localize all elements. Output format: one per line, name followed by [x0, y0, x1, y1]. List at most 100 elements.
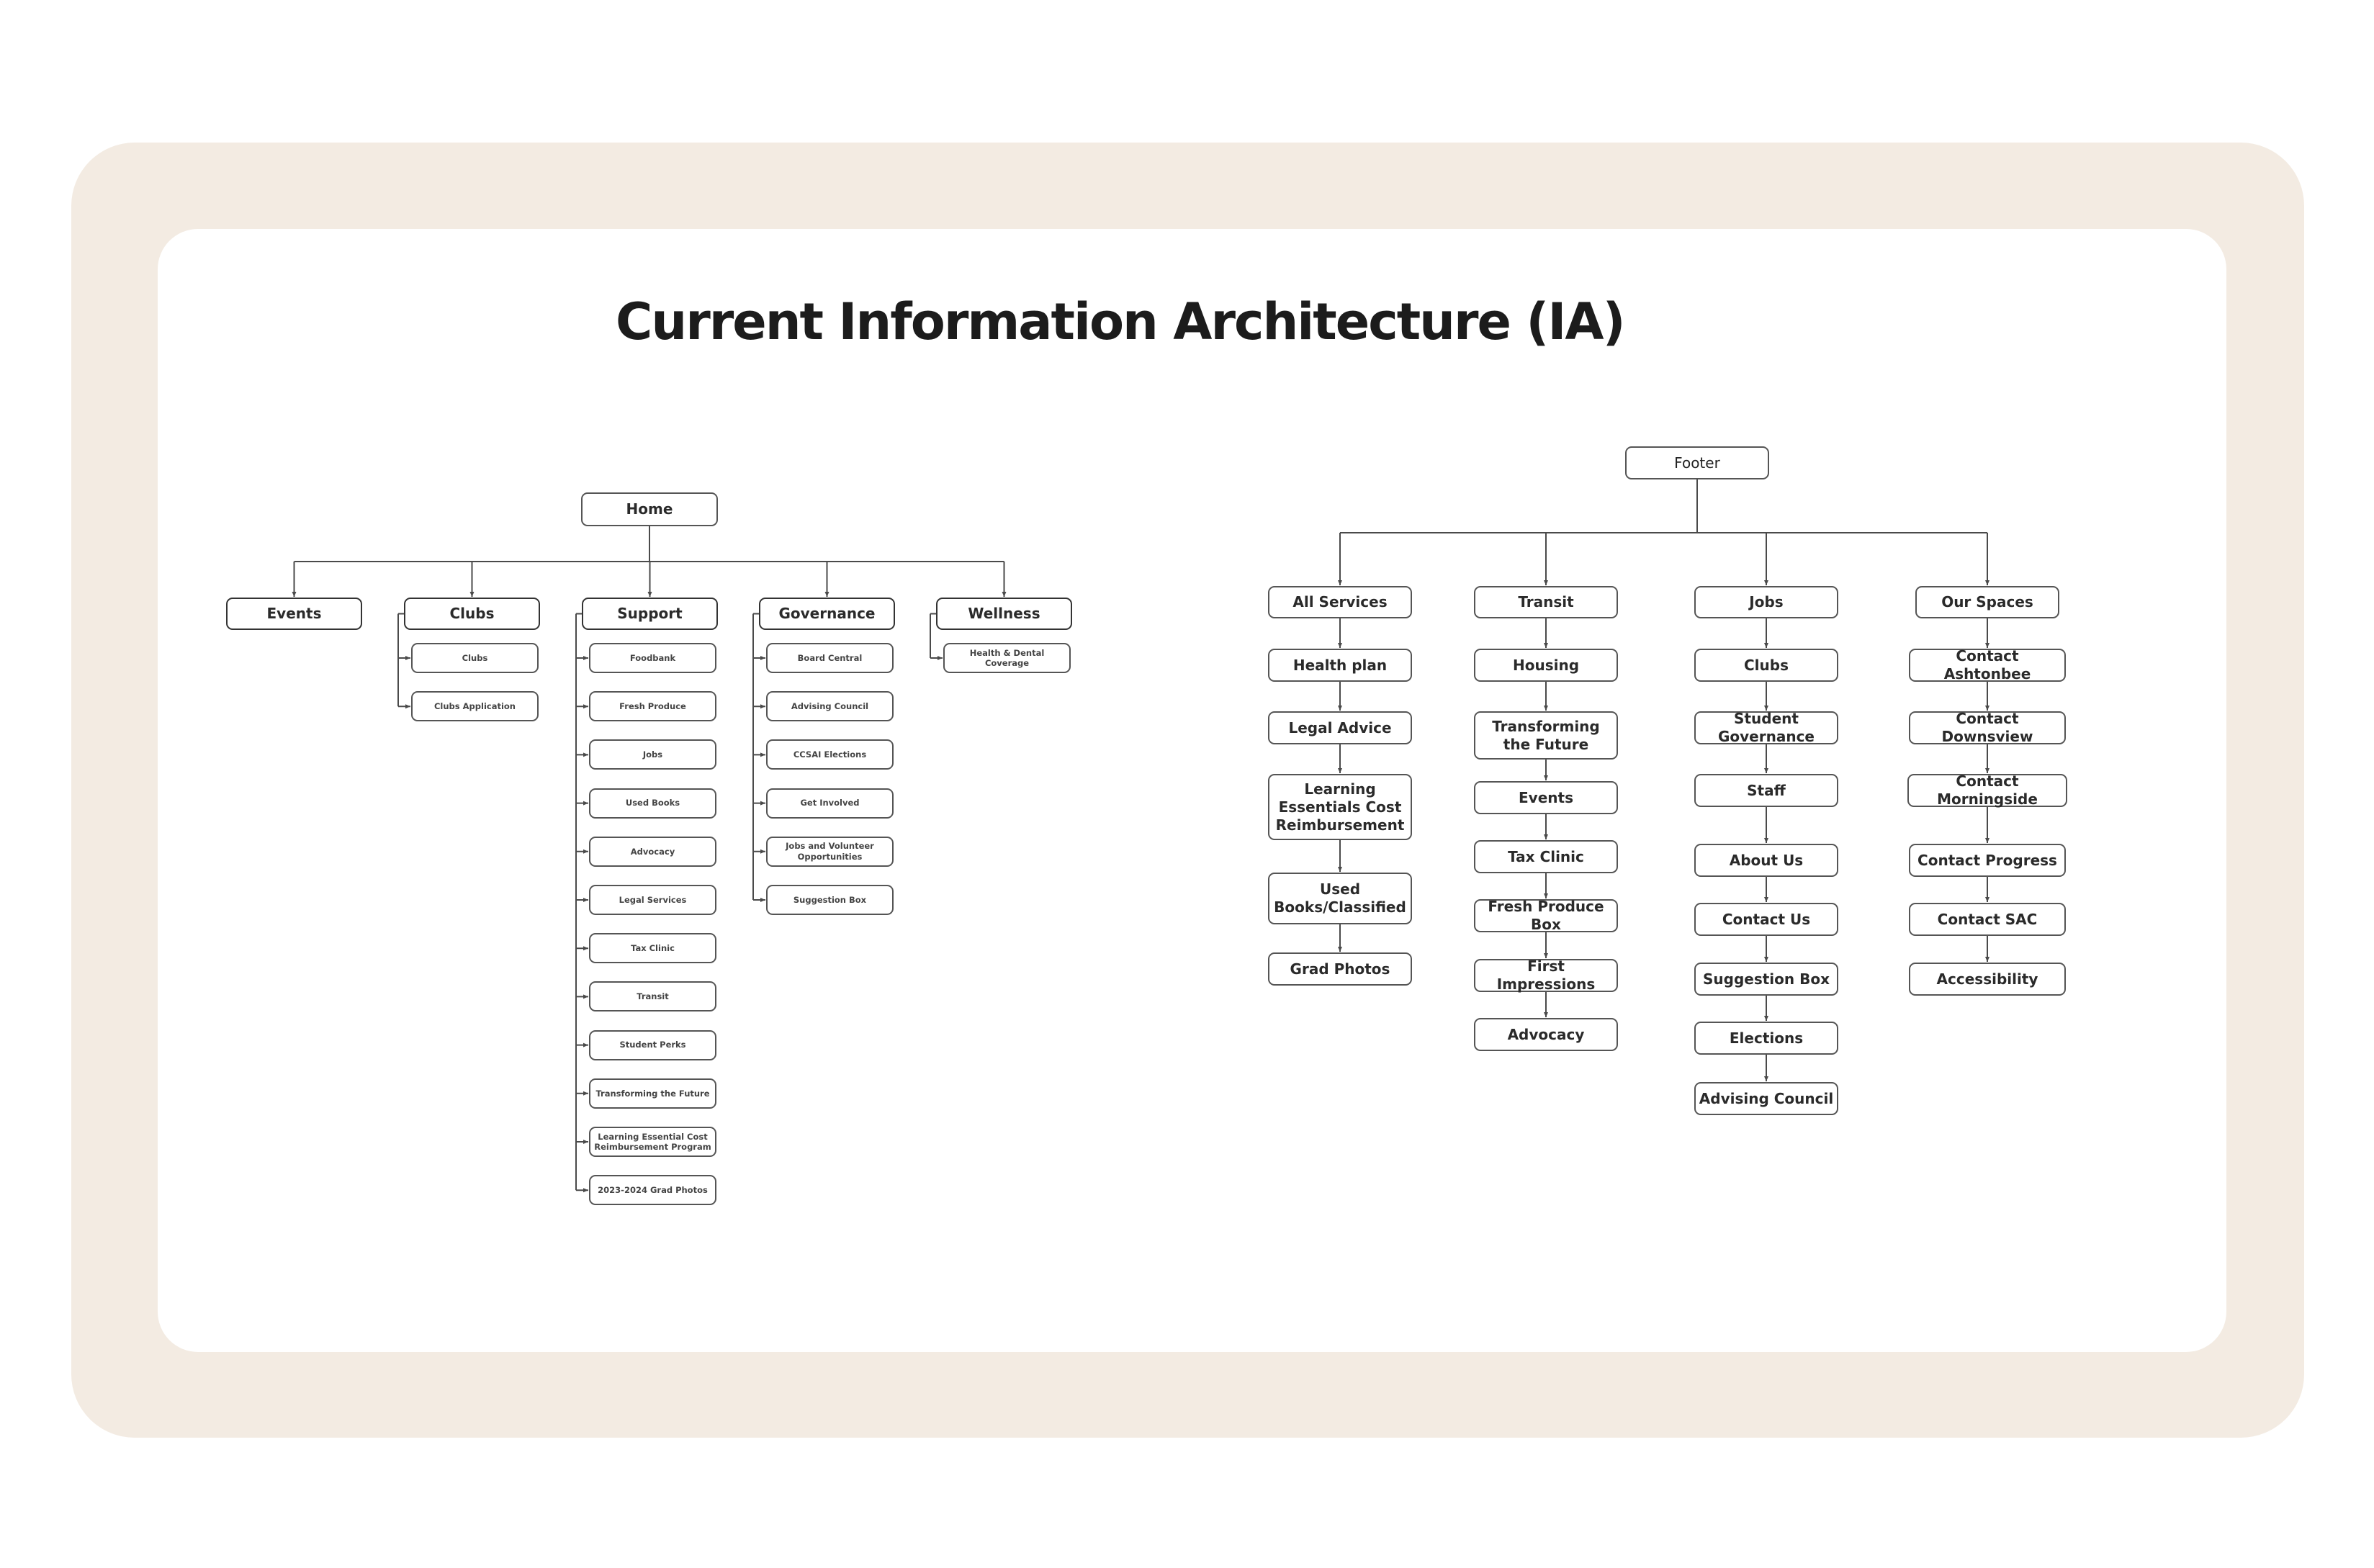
page-node-board-central[interactable]: Board Central — [766, 643, 894, 673]
node-label: Advocacy — [1507, 1025, 1585, 1043]
node-label: Health plan — [1292, 656, 1388, 674]
node-label: Clubs — [1744, 656, 1789, 674]
section-node-governance[interactable]: Governance — [759, 598, 895, 630]
node-label: Transforming the Future — [595, 1088, 710, 1099]
footer-link-node-contact-progress[interactable]: Contact Progress — [1909, 844, 2066, 877]
page-node-clubs-application[interactable]: Clubs Application — [411, 691, 539, 722]
footer-link-node-advising-council[interactable]: Advising Council — [1694, 1082, 1838, 1115]
node-label: Support — [617, 605, 683, 622]
footer-link-node-used-books-classified[interactable]: Used Books/Classified — [1268, 873, 1412, 924]
node-label: Tax Clinic — [1508, 847, 1584, 865]
node-label: Legal Services — [619, 894, 687, 905]
footer-link-node-contact-us[interactable]: Contact Us — [1694, 903, 1838, 936]
section-node-clubs[interactable]: Clubs — [404, 598, 540, 630]
page-node-advising-council[interactable]: Advising Council — [766, 691, 894, 722]
footer-root-node[interactable]: Footer — [1625, 446, 1769, 479]
footer-link-node-housing[interactable]: Housing — [1474, 649, 1618, 682]
node-label: Grad Photos — [1290, 960, 1390, 978]
footer-link-node-first-impressions[interactable]: First Impressions — [1474, 958, 1618, 993]
node-label: Tax Clinic — [631, 943, 675, 953]
footer-link-node-clubs[interactable]: Clubs — [1694, 649, 1838, 682]
footer-link-node-accessibility[interactable]: Accessibility — [1909, 963, 2066, 996]
node-label: Jobs — [1749, 593, 1784, 610]
node-label: Staff — [1747, 781, 1786, 799]
node-label: Jobs — [642, 749, 663, 760]
node-label: Clubs — [449, 605, 495, 622]
page-node-learning-essential-cost-reimbursement-program[interactable]: Learning Essential Cost Reimbursement Pr… — [589, 1127, 716, 1157]
page-node-foodbank[interactable]: Foodbank — [589, 643, 716, 673]
page-node-jobs-and-volunteer-opportunities[interactable]: Jobs and Volunteer Opportunities — [766, 836, 894, 867]
node-label: Legal Advice — [1288, 718, 1392, 736]
node-label: Home — [626, 500, 673, 518]
node-label: Wellness — [968, 605, 1040, 622]
footer-link-node-health-plan[interactable]: Health plan — [1268, 649, 1412, 682]
page-node-get-involved[interactable]: Get Involved — [766, 788, 894, 819]
node-label: Events — [1519, 788, 1573, 806]
node-label: About Us — [1729, 851, 1804, 869]
footer-link-node-tax-clinic[interactable]: Tax Clinic — [1474, 840, 1618, 873]
page-node-ccsai-elections[interactable]: CCSAI Elections — [766, 739, 894, 770]
footer-link-node-elections[interactable]: Elections — [1694, 1022, 1838, 1055]
footer-link-node-events[interactable]: Events — [1474, 781, 1618, 814]
page-node-advocacy[interactable]: Advocacy — [589, 836, 716, 867]
node-label: Governance — [778, 605, 876, 622]
footer-link-node-contact-downsview[interactable]: Contact Downsview — [1909, 710, 2066, 745]
footer-link-node-contact-sac[interactable]: Contact SAC — [1909, 903, 2066, 936]
node-label: Contact Ashtonbee — [1943, 647, 2031, 682]
page-node-legal-services[interactable]: Legal Services — [589, 885, 716, 915]
node-label: Get Involved — [800, 798, 860, 808]
footer-link-node-legal-advice[interactable]: Legal Advice — [1268, 711, 1412, 744]
page-node-tax-clinic[interactable]: Tax Clinic — [589, 933, 716, 964]
page-node-transit[interactable]: Transit — [589, 981, 716, 1012]
node-label: Housing — [1512, 656, 1580, 674]
footer-link-node-about-us[interactable]: About Us — [1694, 844, 1838, 877]
footer-column-node-all-services[interactable]: All Services — [1268, 586, 1412, 618]
page-node-health-and-dental-coverage[interactable]: Health & Dental Coverage — [943, 643, 1071, 673]
page-node-jobs[interactable]: Jobs — [589, 739, 716, 770]
page-node-used-books[interactable]: Used Books — [589, 788, 716, 819]
footer-column-node-jobs[interactable]: Jobs — [1694, 586, 1838, 618]
page-node-clubs[interactable]: Clubs — [411, 643, 539, 673]
footer-link-node-fresh-produce-box[interactable]: Fresh Produce Box — [1474, 898, 1618, 933]
node-label: Transit — [1518, 593, 1574, 610]
node-label: Our Spaces — [1941, 593, 2033, 610]
footer-link-node-student-governance[interactable]: Student Governance — [1694, 710, 1838, 745]
node-label: Transforming the Future — [1492, 717, 1600, 753]
footer-column-node-transit[interactable]: Transit — [1474, 586, 1618, 618]
node-label: Accessibility — [1936, 970, 2038, 988]
node-label: First Impressions — [1496, 958, 1596, 993]
page-node-student-perks[interactable]: Student Perks — [589, 1029, 716, 1060]
page-node-suggestion-box[interactable]: Suggestion Box — [766, 885, 894, 915]
node-label: Fresh Produce — [619, 701, 686, 711]
node-label: Student Governance — [1717, 710, 1815, 745]
node-label: Jobs and Volunteer Opportunities — [786, 841, 874, 862]
footer-link-node-contact-ashtonbee[interactable]: Contact Ashtonbee — [1909, 647, 2066, 682]
node-label: Health & Dental Coverage — [969, 647, 1045, 668]
section-node-support[interactable]: Support — [582, 598, 718, 630]
footer-link-node-advocacy[interactable]: Advocacy — [1474, 1018, 1618, 1051]
node-label: Fresh Produce Box — [1488, 898, 1604, 933]
node-label: Learning Essentials Cost Reimbursement — [1275, 780, 1405, 834]
node-label: Used Books/Classified — [1274, 880, 1406, 916]
footer-column-node-our-spaces[interactable]: Our Spaces — [1915, 586, 2059, 618]
page-node-transforming-the-future[interactable]: Transforming the Future — [589, 1078, 716, 1109]
node-label: Contact Us — [1722, 910, 1811, 928]
node-label: Contact Morningside — [1937, 772, 2038, 808]
footer-link-node-grad-photos[interactable]: Grad Photos — [1268, 952, 1412, 986]
section-node-events[interactable]: Events — [226, 598, 362, 630]
footer-link-node-transforming-the-future[interactable]: Transforming the Future — [1474, 711, 1618, 760]
footer-link-node-contact-morningside[interactable]: Contact Morningside — [1907, 772, 2067, 808]
node-label: CCSAI Elections — [793, 749, 867, 760]
section-node-wellness[interactable]: Wellness — [936, 598, 1072, 630]
page-node-2023-2024-grad-photos[interactable]: 2023-2024 Grad Photos — [589, 1175, 716, 1206]
footer-link-node-suggestion-box[interactable]: Suggestion Box — [1694, 963, 1838, 996]
node-label: Events — [266, 605, 322, 622]
node-label: Suggestion Box — [1703, 970, 1830, 988]
footer-link-node-learning-essentials-cost-reimbursement[interactable]: Learning Essentials Cost Reimbursement — [1268, 774, 1412, 840]
home-root-node[interactable]: Home — [581, 492, 718, 526]
page-node-fresh-produce[interactable]: Fresh Produce — [589, 691, 716, 722]
footer-link-node-staff[interactable]: Staff — [1694, 774, 1838, 807]
node-label: Footer — [1674, 454, 1720, 472]
node-label: Suggestion Box — [793, 894, 867, 905]
node-label: Advising Council — [1699, 1089, 1834, 1107]
